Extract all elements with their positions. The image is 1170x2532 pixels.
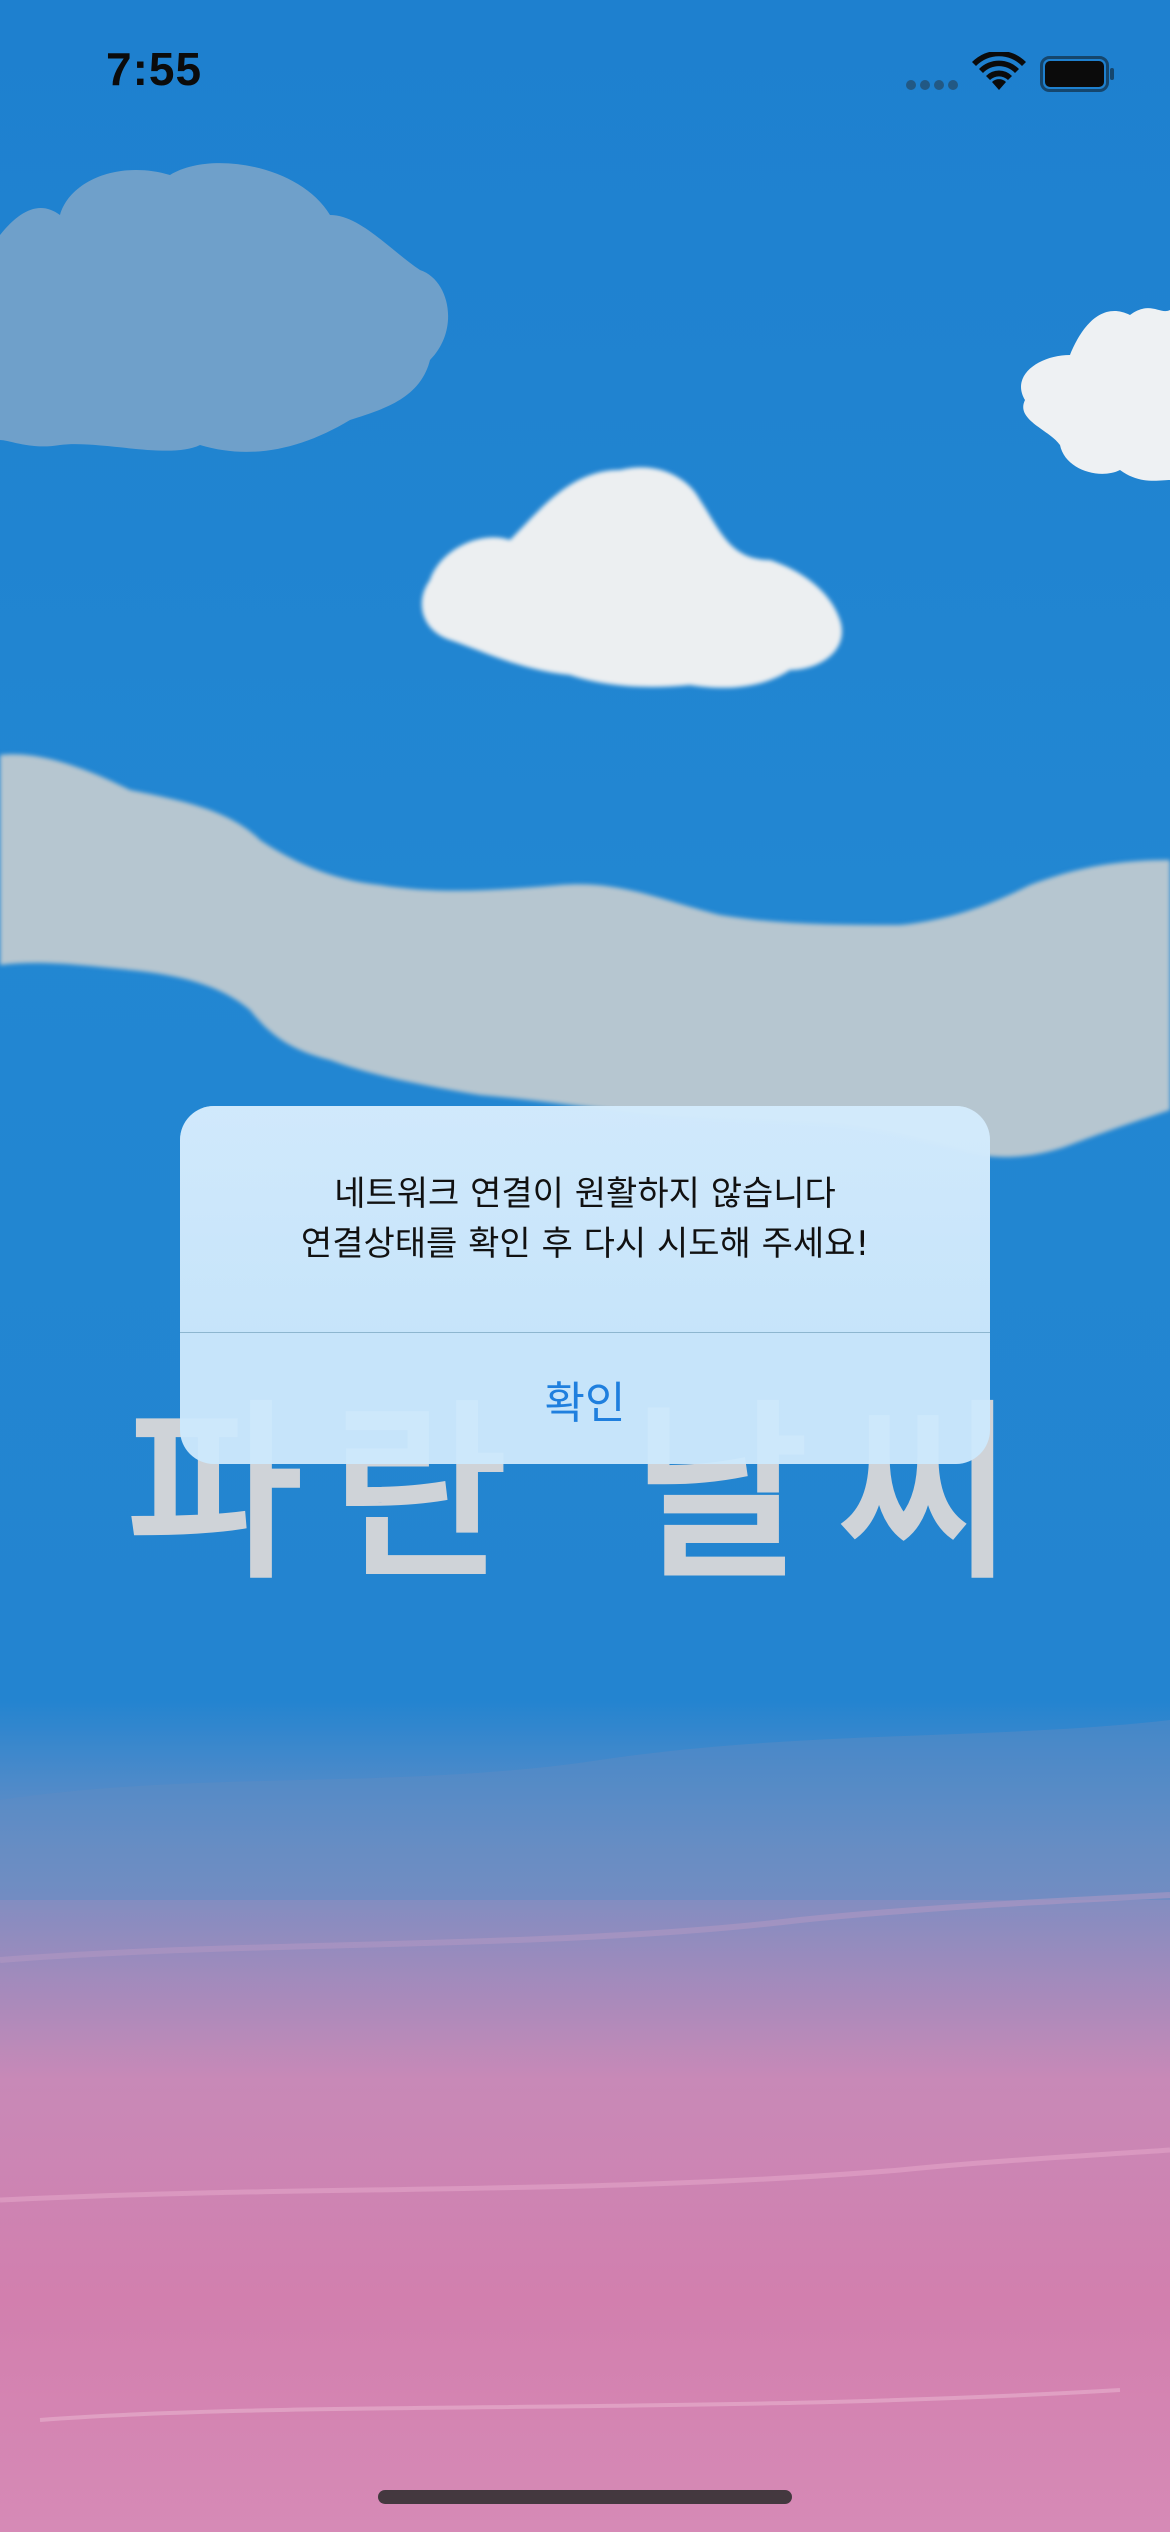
wifi-icon bbox=[972, 52, 1026, 90]
cloud-top-left bbox=[0, 163, 449, 452]
alert-message-line-2: 연결상태를 확인 후 다시 시도해 주세요! bbox=[300, 1224, 870, 1264]
cloud-middle bbox=[421, 467, 842, 688]
haze-wave bbox=[0, 1720, 1170, 1900]
home-indicator[interactable] bbox=[378, 2490, 792, 2504]
cloud-band bbox=[0, 754, 1170, 1157]
network-error-alert: 네트워크 연결이 원활하지 않습니다 연결상태를 확인 후 다시 시도해 주세요… bbox=[180, 1106, 990, 1464]
battery-icon bbox=[1040, 56, 1114, 92]
haze-streak-1 bbox=[0, 1892, 1170, 1963]
confirm-button[interactable]: 확인 bbox=[180, 1333, 990, 1464]
haze-streak-3 bbox=[39, 2388, 1121, 2422]
cellular-dots-icon bbox=[906, 80, 958, 92]
status-time: 7:55 bbox=[106, 43, 203, 95]
status-bar: 7:55 bbox=[0, 0, 1170, 150]
alert-message-line-1: 네트워크 연결이 원활하지 않습니다 bbox=[334, 1174, 836, 1214]
alert-message: 네트워크 연결이 원활하지 않습니다 연결상태를 확인 후 다시 시도해 주세요… bbox=[180, 1106, 990, 1332]
cloud-top-right bbox=[1021, 308, 1170, 481]
haze-streak-2 bbox=[0, 2147, 1170, 2203]
